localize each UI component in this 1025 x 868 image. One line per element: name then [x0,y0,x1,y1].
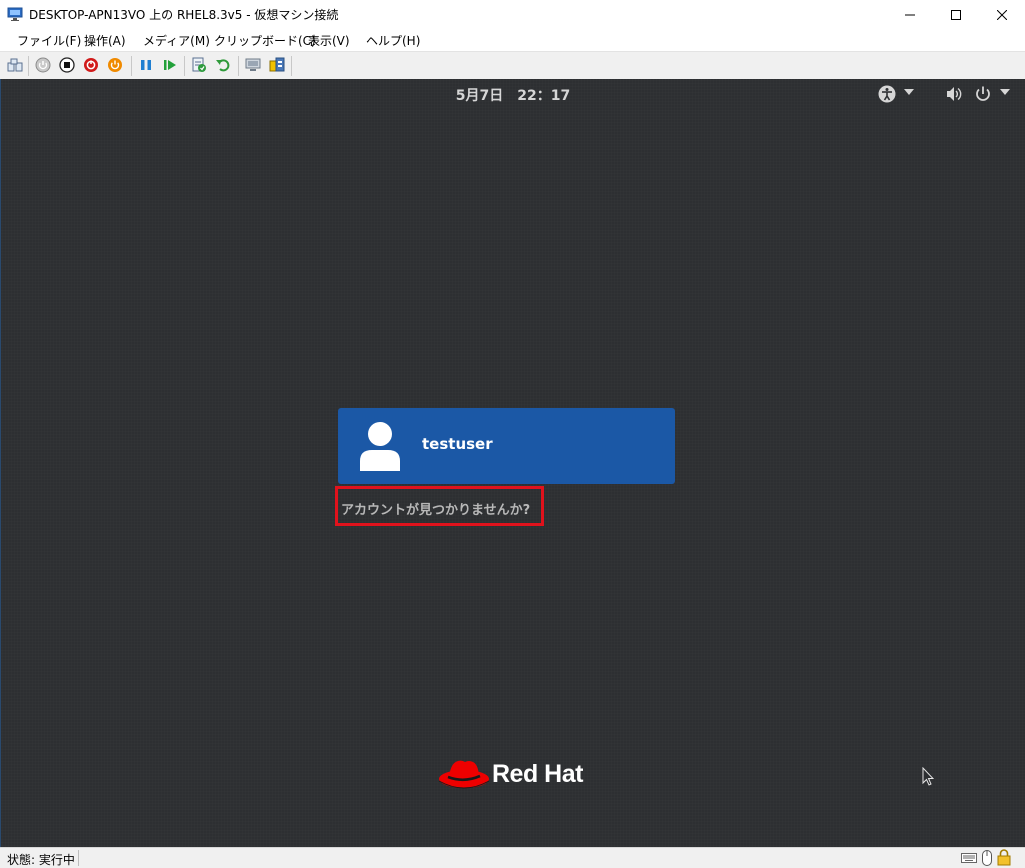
user-list-item[interactable]: testuser [338,408,675,484]
revert-icon[interactable] [215,57,231,73]
power-icon[interactable] [974,85,992,103]
mouse-pointer-icon [922,767,934,786]
shut-down-icon[interactable] [83,57,99,73]
close-icon [997,9,1007,20]
status-bar: 状態: 実行中 [0,847,1025,868]
menu-media[interactable]: メディア(M) [143,32,210,49]
redhat-logo-icon [438,760,490,789]
mouse-icon [982,850,992,866]
accessibility-icon[interactable] [878,85,896,103]
save-icon[interactable] [107,57,123,73]
ctrl-alt-del-icon[interactable] [7,57,23,73]
username-label: testuser [422,435,493,453]
menu-action[interactable]: 操作(A) [84,32,126,49]
share-icon[interactable] [269,57,285,73]
maximize-icon [951,9,961,20]
keyboard-icon [961,853,977,863]
redhat-brand-text: Red Hat [492,760,583,788]
vm-connect-icon [7,7,23,21]
window-title: DESKTOP-APN13VO 上の RHEL8.3v5 - 仮想マシン接続 [29,8,339,22]
volume-icon[interactable] [945,85,963,103]
lock-icon [997,849,1011,866]
menu-view[interactable]: 表示(V) [308,32,350,49]
maximize-button[interactable] [933,0,979,29]
minimize-icon [905,14,915,15]
turn-off-icon[interactable] [59,57,75,73]
checkpoint-icon[interactable] [191,57,207,73]
not-listed-link[interactable]: アカウントが見つかりませんか? [341,499,530,518]
clock[interactable]: 5月7日 22：17 [1,85,1025,105]
menu-help[interactable]: ヘルプ(H) [366,32,420,49]
window-title-bar[interactable]: DESKTOP-APN13VO 上の RHEL8.3v5 - 仮想マシン接続 [0,0,1025,29]
toolbar [0,51,1025,79]
dropdown-arrow-icon[interactable] [904,89,914,95]
dropdown-arrow-icon[interactable] [1000,89,1010,95]
menu-bar: ファイル(F) 操作(A) メディア(M) クリップボード(C) 表示(V) ヘ… [0,29,1025,50]
user-avatar-icon [360,422,400,471]
menu-clipboard[interactable]: クリップボード(C) [214,32,316,49]
resume-icon[interactable] [162,57,178,73]
menu-file[interactable]: ファイル(F) [17,32,81,49]
close-button[interactable] [979,0,1025,29]
start-icon[interactable] [35,57,51,73]
enhanced-session-icon[interactable] [245,57,261,73]
minimize-button[interactable] [887,0,933,29]
status-label: 状態: 実行中 [7,853,75,867]
pause-icon[interactable] [138,57,154,73]
guest-screen[interactable]: 5月7日 22：17 testuser アカウントが見つかりませんか? Red … [1,79,1025,847]
